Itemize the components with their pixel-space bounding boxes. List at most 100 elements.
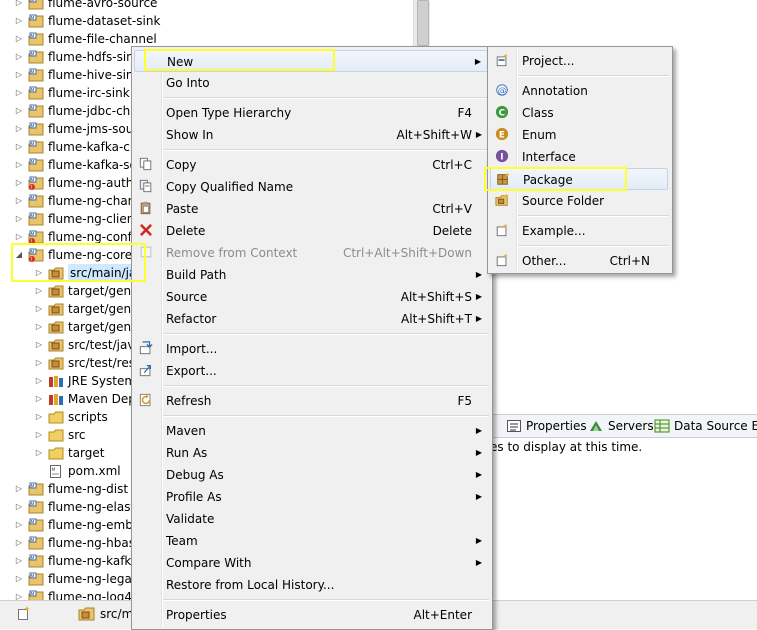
menu-item-paste[interactable]: Paste Ctrl+V <box>134 198 488 220</box>
svg-text:M: M <box>31 69 35 75</box>
expand-arrow-icon[interactable]: ▷ <box>34 390 44 408</box>
menu-item-run-as[interactable]: Run As ▶ <box>134 442 488 464</box>
submenu-item-example[interactable]: Example... <box>490 220 668 242</box>
menu-item-copy[interactable]: Copy Ctrl+C <box>134 154 488 176</box>
expand-arrow-icon[interactable]: ▷ <box>14 66 24 84</box>
xml-file-icon: M <box>50 465 61 478</box>
tree-item[interactable]: ▷ Mflume-dataset-sink <box>0 12 412 30</box>
menu-item-go-into[interactable]: Go Into <box>134 72 488 94</box>
expand-arrow-icon[interactable]: ▷ <box>14 102 24 120</box>
tree-item-label: flume-ng-auth <box>48 176 134 190</box>
expand-arrow-icon[interactable]: ▷ <box>34 336 44 354</box>
expand-arrow-icon[interactable]: ▷ <box>34 300 44 318</box>
delete-icon <box>140 224 152 236</box>
expand-arrow-icon[interactable]: ▷ <box>34 318 44 336</box>
menu-item-shortcut: Ctrl+V <box>432 202 472 216</box>
menu-item-label: Paste <box>166 202 199 216</box>
expand-arrow-icon[interactable]: ▷ <box>14 174 24 192</box>
menu-item-import[interactable]: Import... <box>134 338 488 360</box>
new-submenu: Project... @ Annotation C Class E Enum I Interfa… <box>487 46 673 274</box>
expand-arrow-icon[interactable]: ▷ <box>14 192 24 210</box>
menu-item-label: Refactor <box>166 312 217 326</box>
project-icon: M <box>28 68 44 82</box>
expand-arrow-icon[interactable]: ▷ <box>14 120 24 138</box>
menu-item-label: Project... <box>522 54 575 68</box>
source-folder-icon <box>48 321 64 334</box>
menu-item-compare-with[interactable]: Compare With ▶ <box>134 552 488 574</box>
expand-arrow-icon[interactable]: ▷ <box>14 588 24 600</box>
menu-item-shortcut: F4 <box>457 106 472 120</box>
menu-item-build-path[interactable]: Build Path ▶ <box>134 264 488 286</box>
tree-item-label: target/gene <box>68 302 139 316</box>
expand-arrow-icon[interactable]: ▷ <box>14 570 24 588</box>
data-source-icon <box>654 419 670 433</box>
expand-arrow-icon[interactable]: ▷ <box>34 372 44 390</box>
expand-arrow-icon[interactable]: ▷ <box>14 480 24 498</box>
menu-item-maven[interactable]: Maven ▶ <box>134 420 488 442</box>
menu-item-properties[interactable]: Properties Alt+Enter <box>134 604 488 626</box>
menu-item-label: Compare With <box>166 556 252 570</box>
menu-item-restore-from-local-history[interactable]: Restore from Local History... <box>134 574 488 596</box>
svg-text:M: M <box>31 159 35 165</box>
source-folder-icon <box>495 193 509 206</box>
expand-arrow-icon[interactable]: ▷ <box>14 156 24 174</box>
submenu-item-enum[interactable]: E Enum <box>490 124 668 146</box>
source-folder-icon <box>48 303 64 316</box>
menu-item-label: Source Folder <box>522 194 605 208</box>
expand-arrow-icon[interactable]: ▷ <box>14 30 24 48</box>
submenu-arrow-icon: ▶ <box>475 470 482 479</box>
tree-item[interactable]: ▷ Mflume-avro-source <box>0 0 412 12</box>
menu-item-debug-as[interactable]: Debug As ▶ <box>134 464 488 486</box>
menu-item-validate[interactable]: Validate <box>134 508 488 530</box>
tree-item-label: flume-ng-dist <box>48 482 129 496</box>
expand-arrow-icon[interactable]: ▷ <box>14 210 24 228</box>
copy-icon <box>139 157 152 171</box>
tree-item-label: flume-ng-chan <box>48 194 136 208</box>
menu-item-show-in[interactable]: Show In Alt+Shift+W ▶ <box>134 124 488 146</box>
menu-item-label: Go Into <box>166 76 210 90</box>
expand-arrow-icon[interactable]: ▷ <box>34 354 44 372</box>
expand-arrow-icon[interactable]: ▷ <box>34 426 44 444</box>
expand-arrow-icon[interactable]: ▷ <box>14 498 24 516</box>
expand-arrow-icon[interactable]: ▷ <box>14 534 24 552</box>
menu-item-refactor[interactable]: Refactor Alt+Shift+T ▶ <box>134 308 488 330</box>
submenu-item-interface[interactable]: I Interface <box>490 146 668 168</box>
expand-arrow-icon[interactable]: ▷ <box>34 444 44 462</box>
submenu-item-class[interactable]: C Class <box>490 102 668 124</box>
expand-arrow-icon[interactable]: ▷ <box>34 408 44 426</box>
svg-text:M: M <box>31 0 35 3</box>
submenu-arrow-icon: ▶ <box>475 448 482 457</box>
svg-text:M: M <box>31 123 35 129</box>
project-icon: M <box>28 86 44 100</box>
menu-item-refresh[interactable]: Refresh F5 <box>134 390 488 412</box>
submenu-item-source-folder[interactable]: Source Folder <box>490 190 668 212</box>
svg-text:E: E <box>499 131 505 141</box>
submenu-item-project[interactable]: Project... <box>490 50 668 72</box>
menu-item-export[interactable]: Export... <box>134 360 488 382</box>
menu-item-copy-qualified-name[interactable]: Copy Qualified Name <box>134 176 488 198</box>
tree-item-label: flume-hive-sink <box>48 68 141 82</box>
menu-item-team[interactable]: Team ▶ <box>134 530 488 552</box>
expand-arrow-icon[interactable]: ▷ <box>14 12 24 30</box>
new-project-icon <box>496 53 509 67</box>
expand-arrow-icon[interactable]: ▷ <box>14 138 24 156</box>
menu-item-source[interactable]: Source Alt+Shift+S ▶ <box>134 286 488 308</box>
menu-item-open-type-hierarchy[interactable]: Open Type Hierarchy F4 <box>134 102 488 124</box>
expand-arrow-icon[interactable]: ▷ <box>14 516 24 534</box>
paste-icon <box>140 201 151 215</box>
menu-item-profile-as[interactable]: Profile As ▶ <box>134 486 488 508</box>
expand-arrow-icon[interactable]: ▷ <box>14 552 24 570</box>
submenu-item-annotation[interactable]: @ Annotation <box>490 80 668 102</box>
menu-item-label: Maven <box>166 424 206 438</box>
menu-item-label: Properties <box>166 608 227 622</box>
expand-arrow-icon[interactable]: ▷ <box>14 48 24 66</box>
scrollbar-thumb[interactable] <box>417 0 429 46</box>
expand-arrow-icon[interactable]: ▷ <box>34 282 44 300</box>
submenu-item-other[interactable]: Other... Ctrl+N <box>490 250 668 272</box>
menu-item-shortcut: Ctrl+N <box>609 254 650 268</box>
expand-arrow-icon[interactable]: ▷ <box>14 84 24 102</box>
expand-arrow-icon[interactable]: ▷ <box>14 0 24 12</box>
explorer-scrollbar[interactable] <box>413 0 430 50</box>
svg-text:M: M <box>31 483 35 489</box>
menu-item-delete[interactable]: Delete Delete <box>134 220 488 242</box>
